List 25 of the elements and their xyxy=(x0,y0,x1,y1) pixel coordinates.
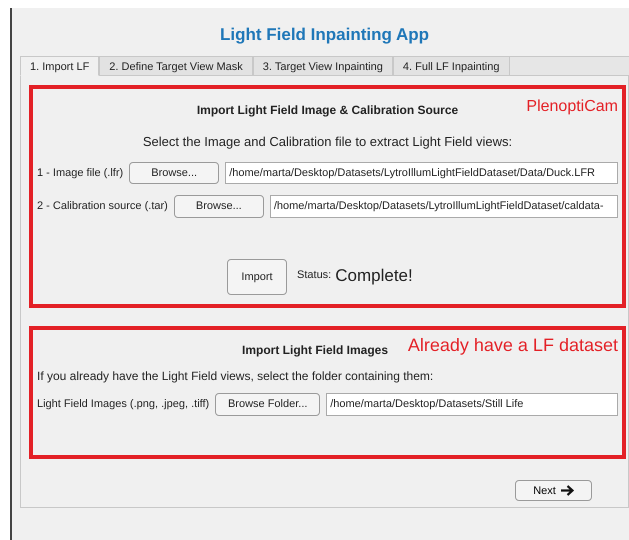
path-field[interactable]: /home/marta/Desktop/Datasets/LytroIllumLightFieldDataset/caldata- xyxy=(270,195,618,218)
tab[interactable]: 1. Import LF xyxy=(20,56,100,76)
field-label: Light Field Images (.png, .jpeg, .tiff) xyxy=(37,397,210,412)
browse-button[interactable]: Browse Folder... xyxy=(215,393,320,416)
tab[interactable]: 2. Define Target View Mask xyxy=(99,56,253,76)
window-title: Light Field Inpainting App xyxy=(219,24,430,46)
annotation-label: PlenoptiCam xyxy=(526,97,618,118)
instruction-text: If you already have the Light Field views, select the folder containing them: xyxy=(37,368,434,386)
tab[interactable]: 3. Target View Inpainting xyxy=(252,56,393,76)
browse-button[interactable]: Browse... xyxy=(174,195,264,218)
status-value: Complete! xyxy=(335,264,413,287)
arrow-right-icon xyxy=(560,485,574,496)
annotation-label: Already have a LF dataset xyxy=(408,334,618,358)
tab[interactable]: 4. Full LF Inpainting xyxy=(392,56,510,76)
next-button[interactable]: Next xyxy=(515,480,592,502)
field-label: 1 - Image file (.lfr) xyxy=(37,166,124,181)
import-button[interactable]: Import xyxy=(227,258,287,295)
browse-button[interactable]: Browse... xyxy=(129,162,220,184)
instruction-text: Select the Image and Calibration file to extract Light Field views: xyxy=(142,133,512,152)
panel-heading: Import Light Field Images xyxy=(242,342,388,360)
path-field[interactable]: /home/marta/Desktop/Datasets/LytroIllumLightFieldDataset/Data/Duck.LFR xyxy=(225,162,618,184)
panel-heading: Import Light Field Image & Calibration Source xyxy=(196,102,458,120)
field-label: 2 - Calibration source (.tar) xyxy=(37,199,168,214)
path-field[interactable]: /home/marta/Desktop/Datasets/Still Life xyxy=(326,393,618,416)
status-label: Status: xyxy=(297,268,332,283)
